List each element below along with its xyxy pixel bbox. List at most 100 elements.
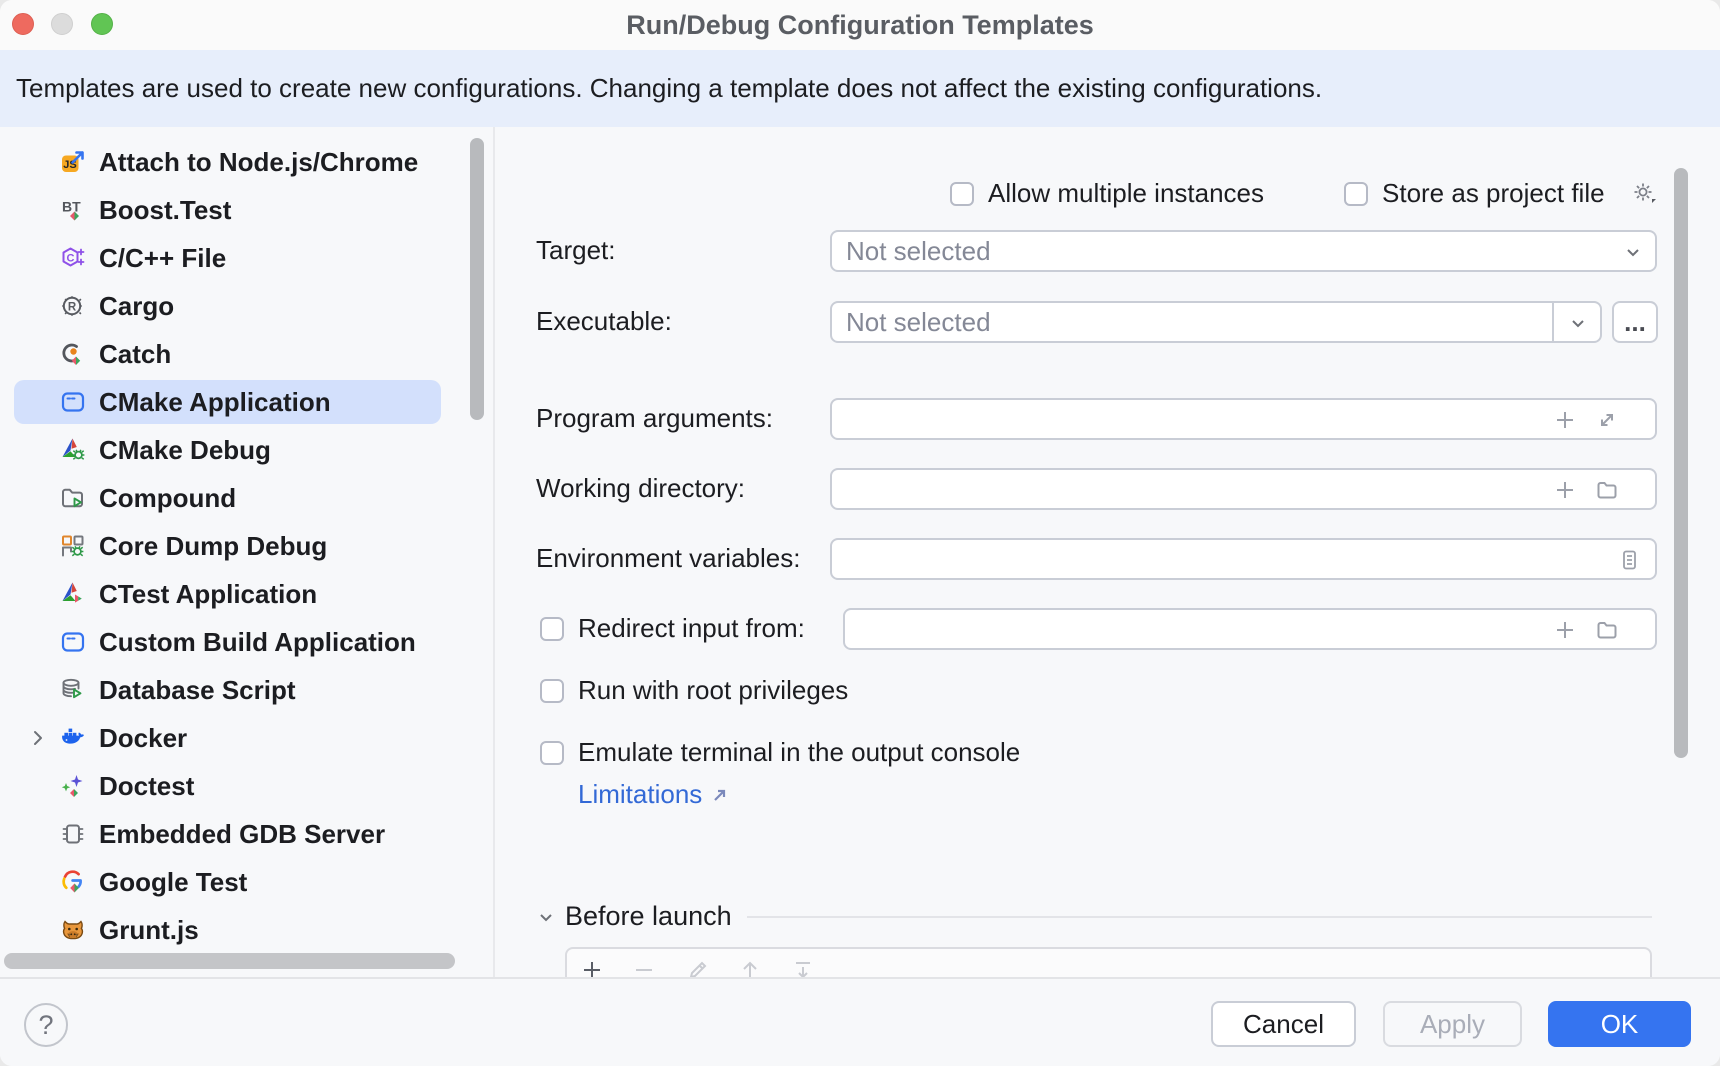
- sidebar-item-label: CMake Debug: [99, 435, 271, 466]
- chevron-down-icon[interactable]: [1566, 311, 1590, 335]
- sidebar-item-label: Catch: [99, 339, 171, 370]
- compound-icon: [60, 485, 86, 511]
- sidebar-item-label: Database Script: [99, 675, 296, 706]
- sidebar-item-label: Custom Build Application: [99, 627, 416, 658]
- executable-browse-button[interactable]: ...: [1612, 301, 1658, 343]
- ok-button[interactable]: OK: [1548, 1001, 1691, 1047]
- settings-vertical-scrollbar[interactable]: [1674, 168, 1688, 758]
- executable-label: Executable:: [536, 306, 672, 337]
- working-directory-label: Working directory:: [536, 473, 745, 504]
- before-launch-collapse-icon[interactable]: [534, 905, 558, 929]
- cargo-icon: R: [60, 293, 86, 319]
- sidebar-item-label: CMake Application: [99, 387, 331, 418]
- sidebar-item-label: Docker: [99, 723, 187, 754]
- folder-icon[interactable]: [1595, 618, 1619, 642]
- store-as-project-file-label: Store as project file: [1382, 178, 1605, 209]
- sidebar-item-c-c-file[interactable]: CC/C++ File: [0, 234, 493, 282]
- docker-icon: [60, 725, 86, 751]
- sidebar-item-docker[interactable]: Docker: [0, 714, 493, 762]
- sidebar-item-custom-build-application[interactable]: Custom Build Application: [0, 618, 493, 666]
- run-debug-templates-dialog: Run/Debug Configuration Templates Templa…: [0, 0, 1720, 1066]
- custom-build-application-icon: [60, 629, 86, 655]
- before-launch-header: Before launch: [565, 901, 732, 932]
- sidebar-item-label: Doctest: [99, 771, 194, 802]
- sidebar-vertical-scrollbar[interactable]: [470, 138, 484, 420]
- sidebar-horizontal-scrollbar[interactable]: [4, 953, 455, 969]
- template-list: JS Attach to Node.js/Chrome BT Boost.Test CC…: [0, 127, 493, 977]
- sidebar-item-label: Grunt.js: [99, 915, 199, 946]
- sidebar-item-label: C/C++ File: [99, 243, 226, 274]
- run-root-privileges-label: Run with root privileges: [578, 675, 848, 706]
- edit-task-icon[interactable]: [686, 958, 710, 977]
- sidebar-item-catch[interactable]: Catch: [0, 330, 493, 378]
- target-label: Target:: [536, 235, 616, 266]
- redirect-input-label: Redirect input from:: [578, 613, 805, 644]
- insert-macro-icon[interactable]: [1553, 618, 1577, 642]
- emulate-terminal-checkbox[interactable]: [540, 741, 564, 765]
- executable-combobox[interactable]: Not selected: [830, 301, 1602, 343]
- sidebar-item-cmake-debug[interactable]: CMake Debug: [0, 426, 493, 474]
- sidebar-item-cargo[interactable]: R Cargo: [0, 282, 493, 330]
- limitations-link[interactable]: Limitations: [578, 779, 730, 810]
- svg-text:BT: BT: [62, 199, 81, 215]
- store-as-project-file-checkbox[interactable]: [1344, 182, 1368, 206]
- expand-field-icon[interactable]: [1595, 408, 1619, 432]
- allow-multiple-instances-checkbox[interactable]: [950, 182, 974, 206]
- sidebar-item-compound[interactable]: Compound: [0, 474, 493, 522]
- expand-chevron-icon[interactable]: [26, 726, 50, 750]
- insert-macro-icon[interactable]: [1553, 408, 1577, 432]
- sidebar-item-grunt-js[interactable]: Grunt.js: [0, 906, 493, 954]
- sidebar-item-boost-test[interactable]: BT Boost.Test: [0, 186, 493, 234]
- sidebar-item-database-script[interactable]: Database Script: [0, 666, 493, 714]
- working-directory-input[interactable]: [830, 468, 1657, 510]
- sidebar-item-ctest-application[interactable]: CTest Application: [0, 570, 493, 618]
- run-root-privileges-checkbox[interactable]: [540, 679, 564, 703]
- redirect-input-input[interactable]: [843, 608, 1657, 650]
- sidebar-item-label: Attach to Node.js/Chrome: [99, 147, 418, 178]
- cmake-debug-icon: [60, 437, 86, 463]
- info-banner-text: Templates are used to create new configu…: [16, 50, 1322, 127]
- target-select[interactable]: Not selected: [830, 230, 1657, 272]
- remove-task-icon[interactable]: [632, 958, 656, 977]
- redirect-input-checkbox[interactable]: [540, 617, 564, 641]
- sidebar-item-label: Google Test: [99, 867, 247, 898]
- environment-variables-input[interactable]: [830, 538, 1657, 580]
- info-banner: Templates are used to create new configu…: [0, 50, 1720, 127]
- program-arguments-label: Program arguments:: [536, 403, 773, 434]
- sidebar-item-label: Cargo: [99, 291, 174, 322]
- before-launch-task-list: [565, 947, 1652, 977]
- program-arguments-input[interactable]: [830, 398, 1657, 440]
- sidebar-item-label: Core Dump Debug: [99, 531, 327, 562]
- folder-icon[interactable]: [1595, 478, 1619, 502]
- store-options-gear-icon[interactable]: [1630, 179, 1658, 207]
- sidebar-item-cmake-application[interactable]: CMake Application: [0, 378, 493, 426]
- attach-nodejs-chrome-icon: JS: [60, 149, 86, 175]
- gruntjs-icon: [60, 917, 86, 943]
- sidebar-item-embedded-gdb-server[interactable]: Embedded GDB Server: [0, 810, 493, 858]
- database-script-icon: [60, 677, 86, 703]
- sidebar-item-core-dump-debug[interactable]: Core Dump Debug: [0, 522, 493, 570]
- google-test-icon: [60, 869, 86, 895]
- sidebar-item-label: Boost.Test: [99, 195, 231, 226]
- add-task-icon[interactable]: [580, 958, 604, 977]
- sidebar-item-google-test[interactable]: Google Test: [0, 858, 493, 906]
- ctest-application-icon: [60, 581, 86, 607]
- sidebar-item-label: Compound: [99, 483, 236, 514]
- environment-variables-label: Environment variables:: [536, 543, 800, 574]
- doctest-icon: [60, 773, 86, 799]
- move-down-icon[interactable]: [791, 958, 815, 977]
- catch-icon: [60, 341, 86, 367]
- apply-button[interactable]: Apply: [1383, 1001, 1522, 1047]
- insert-macro-icon[interactable]: [1553, 478, 1577, 502]
- svg-text:R: R: [68, 301, 77, 313]
- chevron-down-icon[interactable]: [1621, 240, 1645, 264]
- cancel-button[interactable]: Cancel: [1211, 1001, 1356, 1047]
- sidebar-item-label: CTest Application: [99, 579, 317, 610]
- help-button[interactable]: ?: [24, 1003, 68, 1047]
- embedded-gdb-server-icon: [60, 821, 86, 847]
- edit-variables-icon[interactable]: [1617, 548, 1641, 572]
- sidebar-item-attach-to-node-js-chrome[interactable]: JS Attach to Node.js/Chrome: [0, 138, 493, 186]
- sidebar-item-doctest[interactable]: Doctest: [0, 762, 493, 810]
- sidebar-item-label: Embedded GDB Server: [99, 819, 385, 850]
- move-up-icon[interactable]: [738, 958, 762, 977]
